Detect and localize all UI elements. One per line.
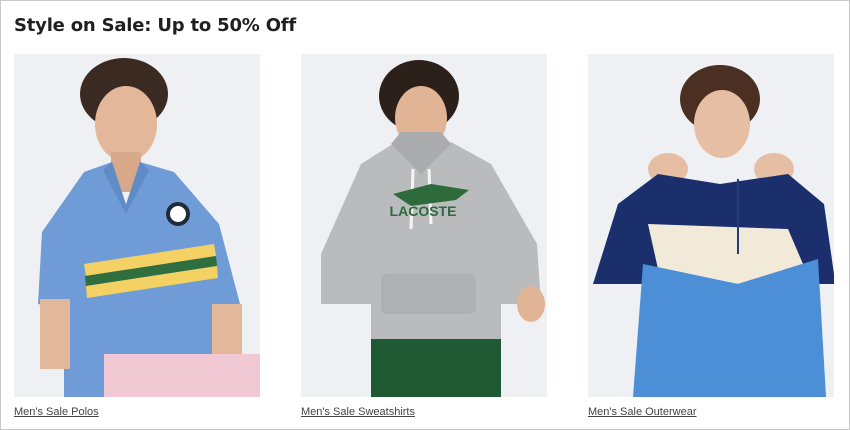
polos-photo[interactable]: [14, 54, 260, 397]
product-card-sweatshirts[interactable]: LACOSTE Men's Sale Sweatshirts: [301, 54, 547, 420]
mens-sale-polos-link[interactable]: Men's Sale Polos: [14, 406, 99, 418]
outerwear-photo[interactable]: [588, 54, 834, 397]
product-card-polos[interactable]: Men's Sale Polos: [14, 54, 260, 420]
svg-text:LACOSTE: LACOSTE: [390, 203, 457, 219]
sale-section: Style on Sale: Up to 50% Off Men's Sale …: [0, 0, 850, 430]
mens-sale-sweatshirts-link[interactable]: Men's Sale Sweatshirts: [301, 406, 415, 418]
sweatshirts-photo[interactable]: LACOSTE: [301, 54, 547, 397]
section-title: Style on Sale: Up to 50% Off: [14, 15, 297, 36]
product-card-outerwear[interactable]: Men's Sale Outerwear: [588, 54, 834, 420]
mens-sale-outerwear-link[interactable]: Men's Sale Outerwear: [588, 406, 696, 418]
